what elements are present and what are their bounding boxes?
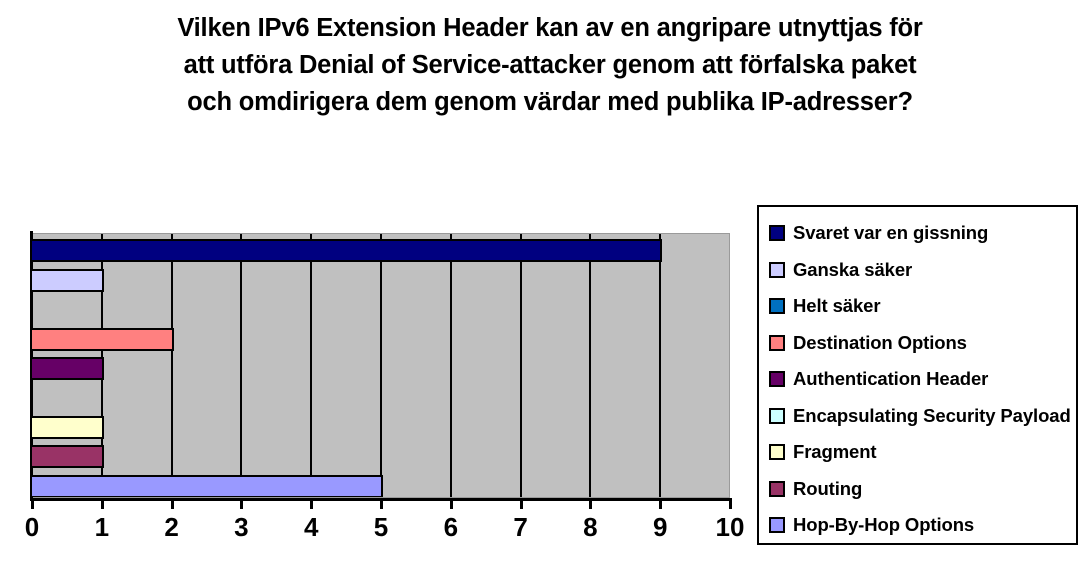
legend-label-3: Destination Options — [793, 331, 967, 353]
x-tick-label-4: 4 — [303, 512, 319, 542]
x-tick-label-3: 3 — [234, 512, 249, 542]
legend-swatch-icon-2 — [769, 298, 785, 315]
legend-label-4: Authentication Header — [793, 368, 989, 390]
legend-swatch-icon-5 — [769, 407, 785, 424]
gridline-7 — [519, 234, 522, 497]
legend-item-0: Svaret var en gissning — [769, 215, 1070, 252]
x-tick-1 — [100, 498, 104, 509]
legend-swatch-icon-7 — [769, 480, 785, 497]
gridline-10 — [729, 234, 730, 497]
x-tick-0 — [31, 498, 34, 509]
plot-area — [32, 233, 730, 498]
gridline-2 — [170, 234, 173, 497]
legend-item-4: Authentication Header — [769, 361, 1070, 398]
x-tick-5 — [380, 498, 383, 509]
legend-item-1: Ganska säker — [769, 252, 1070, 289]
plot-wrapper: 0 1 2 3 4 5 6 7 8 9 10 — [0, 0, 760, 561]
x-tick-label-1: 1 — [94, 512, 110, 542]
x-tick-9 — [659, 498, 663, 509]
bar-6 — [32, 416, 104, 439]
gridline-4 — [310, 234, 313, 497]
legend-item-7: Routing — [769, 471, 1070, 508]
bar-1 — [32, 269, 104, 292]
legend-swatch-icon-6 — [769, 444, 785, 461]
legend-item-2: Helt säker — [769, 288, 1070, 325]
x-tick-3 — [240, 498, 244, 509]
legend-swatch-icon-0 — [769, 225, 785, 242]
legend-swatch-icon-4 — [769, 371, 785, 388]
chart-page: Vilken IPv6 Extension Header kan av en a… — [0, 0, 1090, 561]
x-tick-label-10: 10 — [715, 512, 745, 542]
legend-item-5: Encapsulating Security Payload — [769, 398, 1071, 435]
legend-label-8: Hop-By-Hop Options — [793, 514, 975, 536]
x-tick-label-6: 6 — [443, 512, 459, 542]
legend-label-6: Fragment — [793, 441, 877, 463]
legend-item-8: Hop-By-Hop Options — [769, 507, 1070, 544]
chart-legend: Svaret var en gissning Ganska säker Helt s… — [757, 205, 1078, 545]
legend-label-5: Encapsulating Security Payload — [793, 404, 1071, 426]
x-tick-label-9: 9 — [652, 512, 668, 542]
x-tick-label-0: 0 — [24, 512, 40, 542]
legend-label-1: Ganska säker — [793, 258, 913, 280]
bar-4 — [32, 357, 104, 380]
x-tick-label-2: 2 — [164, 512, 179, 542]
legend-item-6: Fragment — [769, 434, 1070, 471]
x-tick-label-5: 5 — [373, 512, 389, 542]
legend-swatch-icon-3 — [769, 334, 785, 351]
gridline-9 — [659, 234, 662, 497]
gridline-6 — [449, 234, 452, 497]
legend-swatch-icon-1 — [769, 261, 785, 278]
x-tick-10 — [729, 498, 732, 509]
bar-3 — [32, 328, 174, 351]
bar-0 — [32, 239, 662, 262]
bar-7 — [32, 445, 104, 468]
gridline-8 — [589, 234, 592, 497]
legend-label-0: Svaret var en gissning — [793, 222, 989, 244]
legend-label-2: Helt säker — [793, 295, 881, 317]
gridline-3 — [240, 234, 243, 497]
legend-swatch-icon-8 — [769, 517, 785, 534]
bar-8 — [32, 475, 383, 497]
x-tick-4 — [310, 498, 314, 509]
x-tick-label-7: 7 — [513, 512, 528, 542]
legend-label-7: Routing — [793, 477, 863, 499]
x-tick-6 — [449, 498, 453, 509]
x-tick-2 — [170, 498, 174, 509]
legend-item-3: Destination Options — [769, 325, 1070, 362]
gridline-5 — [380, 234, 382, 497]
x-tick-label-8: 8 — [583, 512, 598, 542]
x-tick-7 — [519, 498, 523, 509]
x-tick-8 — [589, 498, 593, 509]
